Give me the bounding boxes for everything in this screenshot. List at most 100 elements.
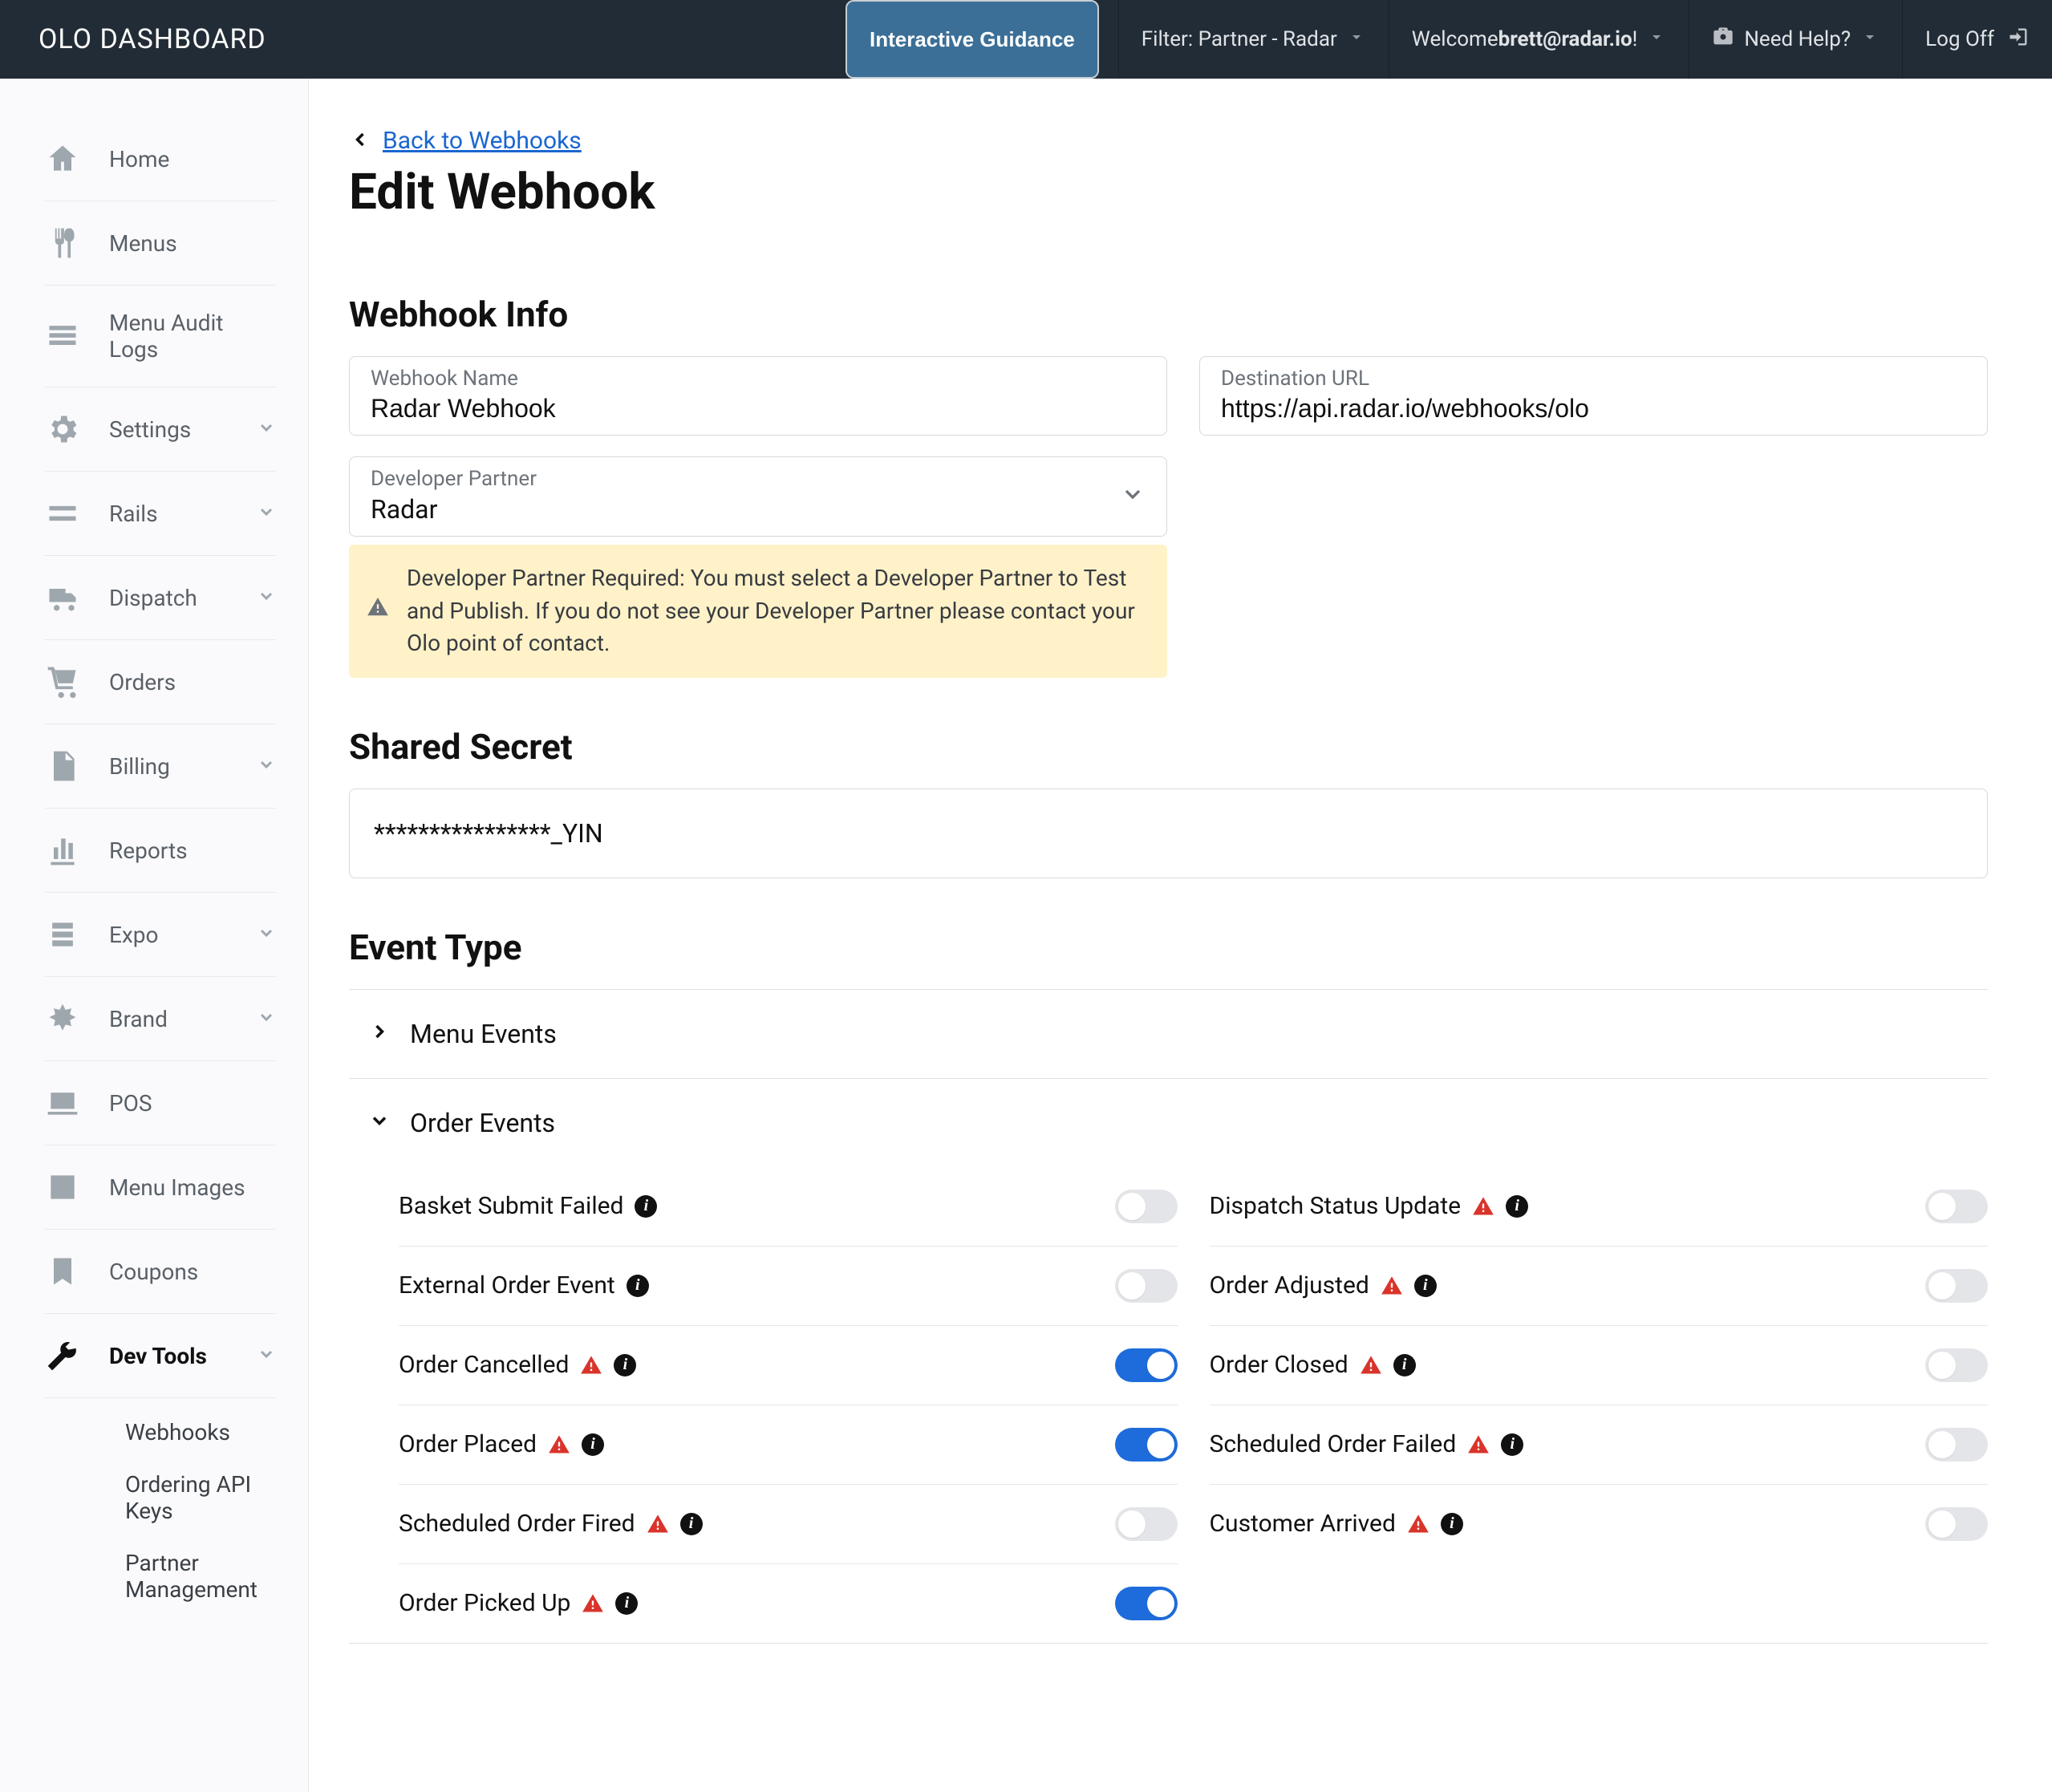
event-toggle[interactable] — [1925, 1269, 1988, 1303]
sidebar-item-label: Menus — [109, 230, 276, 257]
log-off-link[interactable]: Log Off — [1903, 0, 2052, 79]
event-toggle[interactable] — [1115, 1587, 1178, 1620]
webhook-name-field[interactable]: Webhook Name — [349, 356, 1167, 436]
destination-url-label: Destination URL — [1221, 367, 1966, 391]
warning-icon — [367, 595, 389, 628]
info-icon[interactable]: i — [1501, 1433, 1523, 1456]
warning-icon — [582, 1592, 604, 1615]
info-icon[interactable]: i — [1506, 1195, 1528, 1218]
sidebar-item-label: Menu Images — [109, 1174, 276, 1201]
sidebar-item-rails[interactable]: Rails — [45, 472, 276, 556]
sidebar-item-coupons[interactable]: Coupons — [45, 1230, 276, 1314]
menu-events-toggle[interactable]: Menu Events — [349, 990, 1988, 1078]
file-icon — [45, 748, 80, 784]
sign-out-icon — [2007, 26, 2030, 54]
event-toggle[interactable] — [1925, 1348, 1988, 1382]
event-label: Order Closedi — [1210, 1351, 1416, 1379]
laptop-icon — [45, 1085, 80, 1121]
chevron-down-icon — [257, 1344, 276, 1367]
sidebar-item-label: Rails — [109, 501, 257, 527]
developer-partner-label: Developer Partner — [371, 467, 1099, 491]
info-icon[interactable]: i — [614, 1354, 636, 1376]
sidebar-item-menu-audit-logs[interactable]: Menu Audit Logs — [45, 286, 276, 387]
event-type-groups: Menu Events Order Events Basket Submit F… — [349, 989, 1988, 1644]
event-row-dispatch-status-update: Dispatch Status Updatei — [1210, 1167, 1989, 1247]
menu-events-label: Menu Events — [410, 1019, 557, 1049]
filter-label: Filter: Partner - Radar — [1142, 27, 1337, 51]
event-toggle[interactable] — [1115, 1507, 1178, 1541]
sidebar-item-label: Orders — [109, 669, 276, 695]
chevron-down-icon — [368, 1108, 391, 1138]
need-help-dropdown[interactable]: Need Help? — [1689, 0, 1902, 79]
sidebar-item-brand[interactable]: Brand — [45, 977, 276, 1061]
chevron-down-icon — [257, 1007, 276, 1030]
webhook-name-input[interactable] — [371, 394, 1146, 424]
sidebar-item-dispatch[interactable]: Dispatch — [45, 556, 276, 640]
event-toggle[interactable] — [1115, 1428, 1178, 1462]
info-icon[interactable]: i — [1414, 1275, 1437, 1297]
sidebar-subitem-webhooks[interactable]: Webhooks — [93, 1406, 276, 1458]
event-label: External Order Eventi — [399, 1271, 649, 1299]
sidebar-item-reports[interactable]: Reports — [45, 809, 276, 893]
sidebar-item-menus[interactable]: Menus — [45, 201, 276, 286]
section-webhook-info: Webhook Info — [349, 294, 1988, 335]
brand-title: OLO DASHBOARD — [0, 23, 298, 55]
section-shared-secret: Shared Secret — [349, 726, 1988, 768]
back-to-webhooks-link[interactable]: Back to Webhooks — [383, 127, 582, 155]
event-toggle[interactable] — [1925, 1507, 1988, 1541]
event-toggle[interactable] — [1925, 1428, 1988, 1462]
warning-icon — [1472, 1195, 1494, 1218]
developer-partner-select[interactable]: Developer Partner Radar — [349, 456, 1167, 537]
chevron-left-icon — [349, 128, 371, 154]
info-icon[interactable]: i — [680, 1513, 703, 1535]
sidebar-item-billing[interactable]: Billing — [45, 724, 276, 809]
cart-icon — [45, 664, 80, 699]
bookmark-icon — [45, 1254, 80, 1289]
event-label: Basket Submit Failedi — [399, 1192, 657, 1220]
interactive-guidance-button[interactable]: Interactive Guidance — [846, 0, 1099, 79]
sidebar-subitem-ordering-api-keys[interactable]: Ordering API Keys — [93, 1458, 276, 1537]
event-label: Scheduled Order Firedi — [399, 1510, 703, 1538]
order-events-group: Order Events Basket Submit Failedi Extern… — [349, 1079, 1988, 1644]
info-icon[interactable]: i — [1393, 1354, 1416, 1376]
chevron-down-icon — [257, 755, 276, 777]
sidebar-item-pos[interactable]: POS — [45, 1061, 276, 1145]
event-row-scheduled-order-failed: Scheduled Order Failedi — [1210, 1405, 1989, 1485]
event-row-scheduled-order-fired: Scheduled Order Firedi — [399, 1485, 1178, 1564]
sidebar-item-settings[interactable]: Settings — [45, 387, 276, 472]
welcome-suffix: ! — [1632, 27, 1638, 51]
filter-dropdown[interactable]: Filter: Partner - Radar — [1119, 0, 1389, 79]
event-row-external-order-event: External Order Eventi — [399, 1247, 1178, 1326]
sidebar-item-expo[interactable]: Expo — [45, 893, 276, 977]
sidebar-subitem-partner-management[interactable]: Partner Management — [93, 1537, 276, 1616]
notice-text: Developer Partner Required: You must sel… — [407, 565, 1135, 656]
info-icon[interactable]: i — [1441, 1513, 1463, 1535]
sidebar-item-orders[interactable]: Orders — [45, 640, 276, 724]
chevron-down-icon — [257, 418, 276, 440]
sidebar-item-label: Reports — [109, 837, 276, 864]
main: Back to Webhooks Edit Webhook Webhook In… — [309, 79, 2052, 1792]
info-icon[interactable]: i — [615, 1592, 638, 1615]
destination-url-field[interactable]: Destination URL — [1199, 356, 1988, 436]
info-icon[interactable]: i — [635, 1195, 657, 1218]
developer-partner-notice: Developer Partner Required: You must sel… — [349, 545, 1167, 678]
sidebar-item-menu-images[interactable]: Menu Images — [45, 1145, 276, 1230]
event-toggle[interactable] — [1115, 1269, 1178, 1303]
event-label: Order Cancelledi — [399, 1351, 636, 1379]
log-off-label: Log Off — [1925, 27, 1994, 51]
event-toggle[interactable] — [1115, 1348, 1178, 1382]
sidebar-item-dev-tools[interactable]: Dev Tools — [45, 1314, 276, 1398]
info-icon[interactable]: i — [627, 1275, 649, 1297]
destination-url-input[interactable] — [1221, 394, 1966, 424]
order-events-toggle[interactable]: Order Events — [349, 1079, 1988, 1167]
sidebar-item-home[interactable]: Home — [45, 117, 276, 201]
event-toggle[interactable] — [1925, 1190, 1988, 1223]
page-title: Edit Webhook — [349, 163, 1988, 221]
event-row-order-cancelled: Order Cancelledi — [399, 1326, 1178, 1405]
help-icon — [1712, 26, 1734, 54]
info-icon[interactable]: i — [582, 1433, 604, 1456]
event-toggle[interactable] — [1115, 1190, 1178, 1223]
sidebar-item-label: Settings — [109, 416, 257, 443]
image-icon — [45, 1170, 80, 1205]
welcome-dropdown[interactable]: Welcome brett@radar.io ! — [1389, 0, 1689, 79]
